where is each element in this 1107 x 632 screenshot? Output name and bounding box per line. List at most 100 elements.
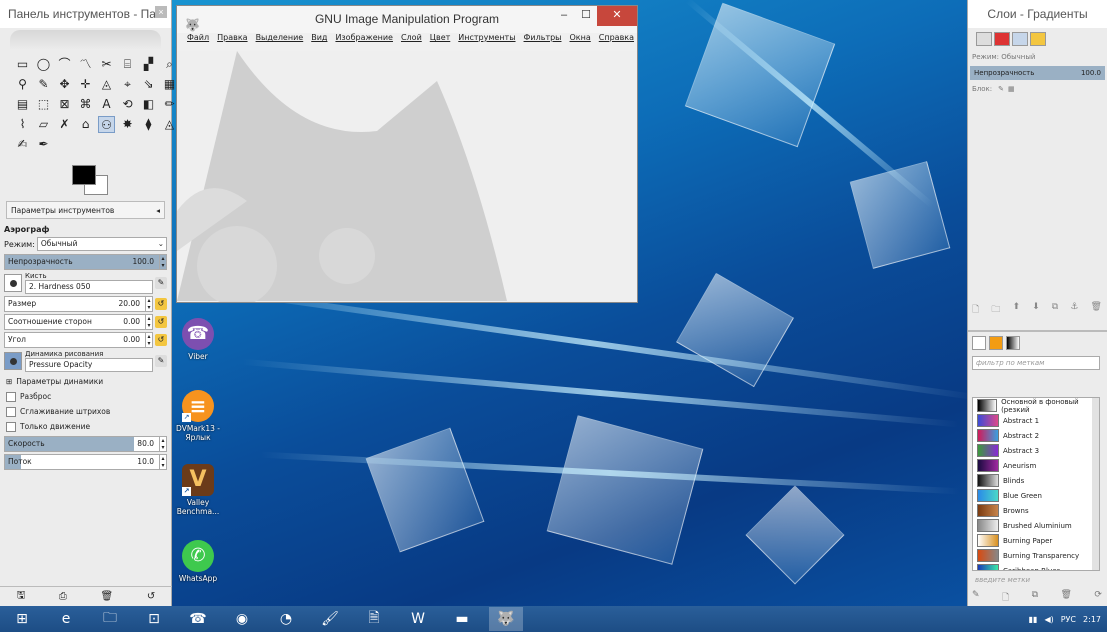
tool-3-icon[interactable]: 〽	[77, 56, 94, 73]
tool-24-icon[interactable]: ⌇	[14, 116, 31, 133]
new-gradient-icon[interactable]: 🗋	[1002, 590, 1009, 606]
taskbar-app-7-icon[interactable]: 🖌	[313, 607, 347, 631]
tab-gradients[interactable]	[1006, 336, 1020, 350]
tool-33-icon[interactable]: ✒	[35, 136, 52, 153]
tool-25-icon[interactable]: ▱	[35, 116, 52, 133]
tool-19-icon[interactable]: ⌘	[77, 96, 94, 113]
scatter-checkbox[interactable]: Разброс	[4, 389, 167, 404]
tool-2-icon[interactable]: ⌒	[56, 56, 73, 73]
start-button[interactable]: ⊞	[5, 607, 39, 631]
dynamics-options-expander[interactable]: ⊞ Параметры динамики	[4, 374, 167, 389]
opacity-slider[interactable]: Непрозрачность 100.0 ▴ ▾	[4, 254, 167, 270]
minimize-button[interactable]: –	[553, 6, 575, 26]
desktop-icon-whatsapp[interactable]: ✆ WhatsApp	[174, 540, 222, 583]
gradient-item[interactable]: Abstract 2	[973, 428, 1099, 443]
tab-menu-icon[interactable]: ◂	[156, 206, 160, 215]
toolbox-titlebar[interactable]: Панель инструментов - Па... ×	[0, 0, 171, 28]
gradient-item[interactable]: Burning Transparency	[973, 548, 1099, 563]
motion-only-checkbox[interactable]: Только движение	[4, 419, 167, 434]
taskbar-app-9-icon[interactable]: W	[401, 607, 435, 631]
tool-30-icon[interactable]: ⧫	[140, 116, 157, 133]
new-group-icon[interactable]: 🗀	[991, 302, 1000, 318]
reset-icon[interactable]: ↺	[155, 298, 167, 310]
desktop-icon-valley[interactable]: V ↗ Valley Benchma...	[174, 464, 222, 516]
taskbar-app-3-icon[interactable]: ⊡	[137, 607, 171, 631]
scrollbar[interactable]	[1092, 398, 1099, 570]
tool-10-icon[interactable]: ✥	[56, 76, 73, 93]
volume-icon[interactable]: ◀)	[1044, 615, 1053, 624]
taskbar-app-8-icon[interactable]: 🗎	[357, 607, 391, 631]
dynamics-icon[interactable]	[4, 352, 22, 370]
delete-layer-icon[interactable]: 🗑	[1091, 302, 1102, 318]
menu-item-4[interactable]: Изображение	[335, 33, 393, 47]
tool-4-icon[interactable]: ✂	[98, 56, 115, 73]
raise-layer-icon[interactable]: ⬆	[1012, 302, 1020, 318]
tool-29-icon[interactable]: ✸	[119, 116, 136, 133]
tag-input[interactable]: введите метки	[972, 576, 1100, 588]
spinner-icon[interactable]: ▴ ▾	[159, 255, 166, 269]
dock-titlebar[interactable]: Слои - Градиенты	[968, 0, 1107, 28]
brush-preview-icon[interactable]	[4, 274, 22, 292]
taskbar-app-11-icon[interactable]: 🐺	[489, 607, 523, 631]
foreground-color-swatch[interactable]	[72, 165, 96, 185]
gradient-item[interactable]: Основной в фоновый (резкий	[973, 398, 1099, 414]
gradient-item[interactable]: Caribbean Blues	[973, 563, 1099, 570]
brush-field[interactable]: 2. Hardness 050	[25, 280, 153, 294]
spinner-icon[interactable]: ▴ ▾	[145, 333, 152, 347]
tab-undo[interactable]	[1030, 32, 1046, 46]
delete-gradient-icon[interactable]: 🗑	[1061, 590, 1072, 606]
menu-item-9[interactable]: Окна	[570, 33, 591, 47]
tool-16-icon[interactable]: ▤	[14, 96, 31, 113]
tool-21-icon[interactable]: ⟲	[119, 96, 136, 113]
dynamics-field[interactable]: Pressure Opacity	[25, 358, 153, 372]
smooth-checkbox[interactable]: Сглаживание штрихов	[4, 404, 167, 419]
lock-paint-icon[interactable]: ✎	[998, 85, 1004, 93]
reset-icon[interactable]: ↺	[155, 334, 167, 346]
gradient-item[interactable]: Browns	[973, 503, 1099, 518]
gradient-item[interactable]: Abstract 1	[973, 413, 1099, 428]
tool-22-icon[interactable]: ◧	[140, 96, 157, 113]
lower-layer-icon[interactable]: ⬇	[1032, 302, 1040, 318]
menu-item-2[interactable]: Выделение	[256, 33, 304, 47]
gimp-titlebar[interactable]: 🐺 GNU Image Manipulation Program – ☐ ✕	[177, 6, 637, 33]
layer-opacity-slider[interactable]: Непрозрачность 100.0	[970, 66, 1105, 80]
tool-1-icon[interactable]: ◯	[35, 56, 52, 73]
desktop-icon-viber[interactable]: ☎ Viber	[174, 318, 222, 361]
tool-6-icon[interactable]: ▞	[140, 56, 157, 73]
gradient-item[interactable]: Abstract 3	[973, 443, 1099, 458]
network-icon[interactable]: ▮▮	[1029, 615, 1038, 624]
menu-item-1[interactable]: Правка	[217, 33, 247, 47]
tab-brushes[interactable]	[972, 336, 986, 350]
tool-18-icon[interactable]: ⊠	[56, 96, 73, 113]
gradient-item[interactable]: Blue Green	[973, 488, 1099, 503]
menu-item-8[interactable]: Фильтры	[524, 33, 562, 47]
tab-channels[interactable]	[994, 32, 1010, 46]
close-button[interactable]: ✕	[597, 6, 637, 26]
menu-item-10[interactable]: Справка	[599, 33, 634, 47]
menu-item-3[interactable]: Вид	[311, 33, 327, 47]
empty-canvas-area[interactable]	[177, 51, 637, 302]
spinner-icon[interactable]: ▴ ▾	[159, 455, 166, 469]
tool-8-icon[interactable]: ⚲	[14, 76, 31, 93]
tool-14-icon[interactable]: ⇘	[140, 76, 157, 93]
tool-9-icon[interactable]: ✎	[35, 76, 52, 93]
rate-slider[interactable]: Скорость 80.0 ▴ ▾	[4, 436, 167, 452]
menu-item-6[interactable]: Цвет	[430, 33, 451, 47]
taskbar-app-2-icon[interactable]: 🗀	[93, 607, 127, 631]
gradient-item[interactable]: Blinds	[973, 473, 1099, 488]
tab-patterns[interactable]	[989, 336, 1003, 350]
tool-12-icon[interactable]: ◬	[98, 76, 115, 93]
toolbox-close-button[interactable]: ×	[155, 6, 167, 18]
anchor-layer-icon[interactable]: ⚓	[1070, 302, 1078, 318]
restore-options-icon[interactable]: ⎙	[59, 591, 67, 602]
language-indicator[interactable]: РУС	[1061, 615, 1076, 624]
tool-5-icon[interactable]: ⌸	[119, 56, 136, 73]
layer-mode-row[interactable]: Режим: Обычный	[968, 50, 1107, 64]
save-options-icon[interactable]: 🖫	[17, 588, 26, 605]
taskbar-app-1-icon[interactable]: e	[49, 607, 83, 631]
tool-options-tab[interactable]: Параметры инструментов ◂	[6, 201, 165, 219]
tag-filter-input[interactable]: фильтр по меткам	[972, 356, 1100, 370]
reset-icon[interactable]: ↺	[155, 316, 167, 328]
mode-select[interactable]: Обычный ⌄	[36, 237, 167, 251]
taskbar-app-4-icon[interactable]: ☎	[181, 607, 215, 631]
